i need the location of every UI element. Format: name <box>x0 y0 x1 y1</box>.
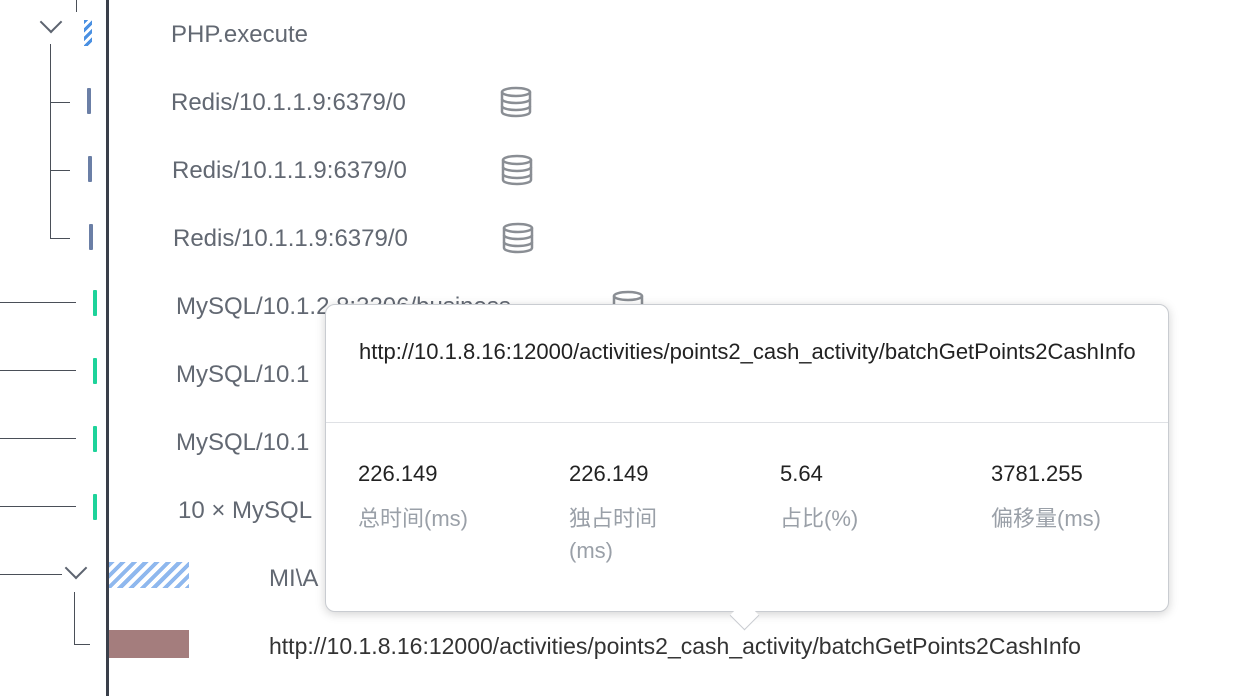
tree-divider <box>106 0 109 696</box>
stat-label: 偏移量(ms) <box>991 506 1101 531</box>
span-label[interactable]: http://10.1.8.16:12000/activities/points… <box>269 633 1081 660</box>
stat-total-time: 226.149 总时间(ms) <box>358 461 538 535</box>
span-label[interactable]: Redis/10.1.1.9:6379/0 <box>172 157 407 185</box>
mysql-span-bar[interactable] <box>93 426 97 452</box>
http-span-bar[interactable] <box>109 630 189 658</box>
database-icon <box>500 86 532 118</box>
span-label[interactable]: Redis/10.1.1.9:6379/0 <box>173 225 408 253</box>
mysql-span-bar[interactable] <box>93 494 97 520</box>
mysql-span-bar[interactable] <box>93 358 97 384</box>
tooltip-divider <box>326 422 1168 423</box>
tree-connector <box>0 438 76 439</box>
mysql-span-bar[interactable] <box>93 290 97 316</box>
tree-connector <box>0 370 76 371</box>
tree-connector <box>74 644 90 645</box>
tree-connector <box>74 592 75 644</box>
mi-span-bar[interactable] <box>109 562 189 588</box>
tooltip-arrow <box>729 600 760 631</box>
stat-percent: 5.64 占比(%) <box>780 461 960 535</box>
tree-connector <box>50 238 70 239</box>
stat-label: 总时间(ms) <box>358 506 468 531</box>
database-icon <box>501 154 533 186</box>
span-tooltip: http://10.1.8.16:12000/activities/points… <box>325 304 1171 631</box>
database-icon <box>502 222 534 254</box>
tree-connector <box>50 44 51 238</box>
tree-connector <box>0 302 76 303</box>
tree-connector <box>0 506 76 507</box>
redis-span-bar[interactable] <box>88 156 92 182</box>
tree-connector <box>0 574 62 575</box>
span-label[interactable]: Redis/10.1.1.9:6379/0 <box>171 89 406 117</box>
stat-label: 独占时间(ms) <box>569 506 658 563</box>
stat-value: 5.64 <box>780 461 823 486</box>
span-label[interactable]: PHP.execute <box>171 21 308 49</box>
span-label[interactable]: MI\A <box>269 565 318 593</box>
stat-offset: 3781.255 偏移量(ms) <box>991 461 1171 535</box>
chevron-down-icon[interactable] <box>39 10 63 34</box>
redis-span-bar[interactable] <box>89 224 93 250</box>
stat-self-time: 226.149 独占时间(ms) <box>569 461 679 567</box>
span-label[interactable]: MySQL/10.1 <box>176 361 309 389</box>
php-span-bar[interactable] <box>84 20 92 46</box>
tree-connector <box>76 0 77 12</box>
chevron-down-icon[interactable] <box>64 556 88 580</box>
stat-value: 3781.255 <box>991 461 1083 486</box>
tree-connector <box>50 102 70 103</box>
stat-label: 占比(%) <box>780 506 859 531</box>
tree-connector <box>50 170 70 171</box>
stat-value: 226.149 <box>569 461 649 486</box>
tooltip-title: http://10.1.8.16:12000/activities/points… <box>359 339 1136 364</box>
stat-value: 226.149 <box>358 461 438 486</box>
span-label[interactable]: 10 × MySQL <box>178 497 312 525</box>
span-label[interactable]: MySQL/10.1 <box>176 429 309 457</box>
redis-span-bar[interactable] <box>87 88 91 114</box>
